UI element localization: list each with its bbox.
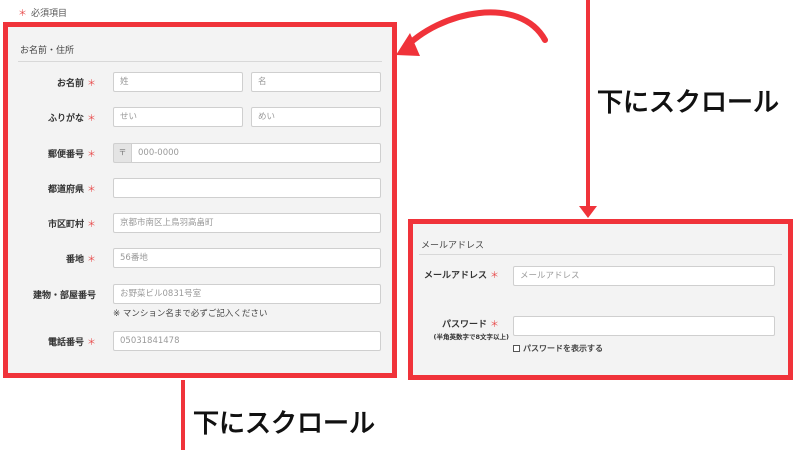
required-note: ＊必須項目	[18, 6, 67, 19]
prefecture-label: 都道府県＊	[47, 185, 96, 195]
section-divider	[18, 61, 382, 62]
postal-code-input[interactable]: 000-0000	[131, 143, 381, 163]
email-label: メールアドレス＊	[423, 271, 499, 281]
password-sublabel: (半角英数字で8文字以上)	[433, 333, 509, 341]
address-form-section: お名前・住所 お名前＊ 姓 名 ふりがな＊ せい めい 郵便番号＊ 〒 000-…	[12, 31, 388, 369]
scroll-down-caption-bottom: 下にスクロール	[193, 409, 376, 439]
required-mark: ＊	[18, 9, 28, 19]
building-hint: ※ マンション名まで必ずご記入ください	[113, 309, 268, 319]
account-form-panel: メールアドレス メールアドレス＊ メールアドレス パスワード＊ (半角英数字で8…	[408, 219, 793, 380]
last-kana-input[interactable]: せい	[113, 107, 243, 127]
address-form-panel: お名前・住所 お名前＊ 姓 名 ふりがな＊ せい めい 郵便番号＊ 〒 000-…	[3, 22, 397, 378]
name-label: お名前＊	[56, 79, 96, 89]
password-input[interactable]	[513, 316, 775, 336]
last-name-input[interactable]: 姓	[113, 72, 243, 92]
postal-label: 郵便番号＊	[47, 150, 96, 160]
building-input[interactable]: お野菜ビル0831号室	[113, 284, 381, 304]
bottom-scroll-line	[181, 380, 185, 450]
phone-input[interactable]: 05031841478	[113, 331, 381, 351]
scroll-down-caption-right: 下にスクロール	[597, 88, 780, 118]
account-section-divider	[419, 254, 782, 255]
password-label: パスワード＊	[441, 320, 499, 330]
street-input[interactable]: 56番地	[113, 248, 381, 268]
show-password-label: パスワードを表示する	[523, 344, 603, 353]
show-password-checkbox[interactable]	[513, 345, 520, 352]
required-note-text: 必須項目	[31, 9, 68, 19]
show-password-toggle[interactable]: パスワードを表示する	[513, 343, 603, 354]
first-kana-input[interactable]: めい	[251, 107, 381, 127]
city-label: 市区町村＊	[47, 220, 96, 230]
curved-arrow-head	[396, 33, 420, 56]
building-label: 建物・部屋番号	[32, 291, 96, 301]
street-label: 番地＊	[65, 255, 96, 265]
kana-label: ふりがな＊	[47, 114, 96, 124]
first-name-input[interactable]: 名	[251, 72, 381, 92]
curved-arrow	[400, 9, 548, 53]
city-input[interactable]: 京都市南区上鳥羽高畠町	[113, 213, 381, 233]
postal-mark-icon: 〒	[113, 143, 131, 163]
email-input[interactable]: メールアドレス	[513, 266, 775, 286]
vertical-arrow-head	[579, 206, 597, 218]
account-section-title: メールアドレス	[421, 241, 485, 251]
phone-label: 電話番号＊	[47, 338, 96, 348]
prefecture-input[interactable]	[113, 178, 381, 198]
section-title: お名前・住所	[20, 46, 75, 56]
